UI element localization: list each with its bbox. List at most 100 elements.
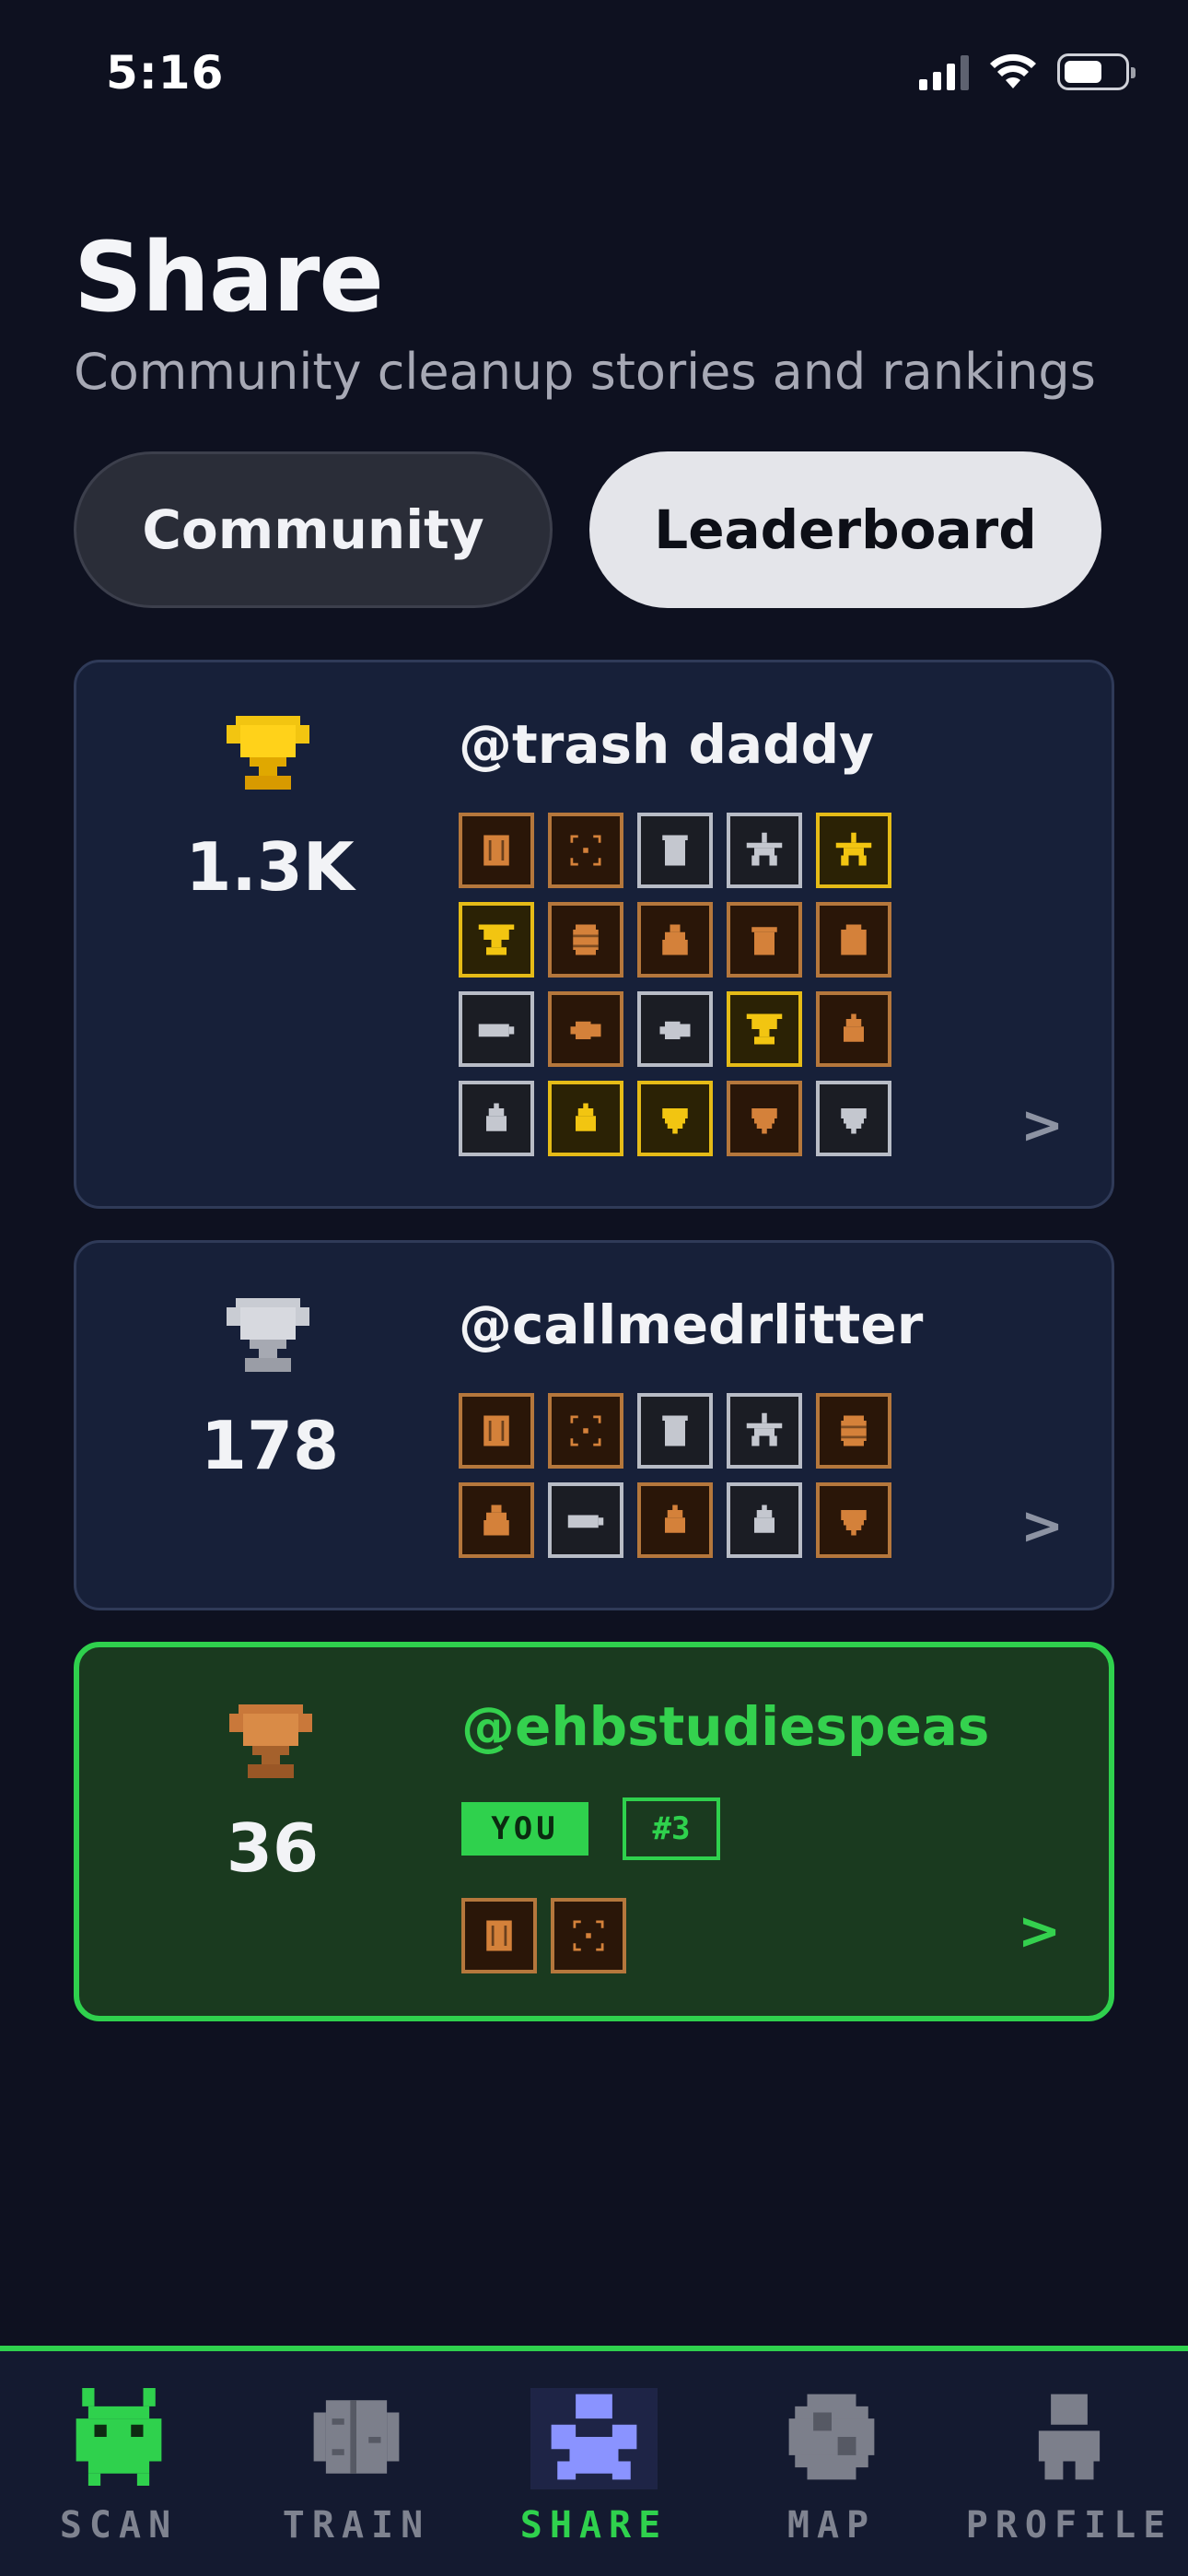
gold-badge bbox=[459, 902, 534, 978]
paw-icon bbox=[551, 2394, 637, 2480]
bottom-nav: SCAN TRAIN SHARE MAP PROFILE bbox=[0, 2346, 1188, 2576]
nav-share[interactable]: SHARE bbox=[475, 2388, 713, 2547]
status-icons bbox=[919, 53, 1136, 90]
you-badge: YOU bbox=[461, 1802, 588, 1856]
barrel-icon bbox=[573, 924, 599, 955]
silver-badge bbox=[459, 1081, 534, 1156]
status-bar: 5:16 bbox=[0, 0, 1188, 147]
silver-badge bbox=[459, 991, 534, 1067]
badge-grid bbox=[461, 1898, 894, 1973]
silver-badge bbox=[727, 1482, 802, 1558]
scan-frame-icon bbox=[570, 835, 601, 866]
nav-label: SHARE bbox=[519, 2504, 669, 2547]
star-icon bbox=[746, 1412, 783, 1446]
leaderboard-row-you[interactable]: 36 @ehbstudiespeas YOU #3 > bbox=[74, 1642, 1114, 2021]
bronze-badge bbox=[551, 1898, 626, 1973]
score-value: 178 bbox=[200, 1407, 340, 1484]
bronze-badge bbox=[637, 902, 713, 978]
bronze-badge bbox=[548, 902, 623, 978]
gold-badge bbox=[727, 991, 802, 1067]
page-title: Share bbox=[74, 221, 384, 334]
tab-community[interactable]: Community bbox=[74, 451, 553, 608]
heart-icon bbox=[662, 1108, 688, 1134]
nav-profile[interactable]: PROFILE bbox=[950, 2388, 1188, 2547]
bronze-badge bbox=[459, 1482, 534, 1558]
status-time: 5:16 bbox=[106, 46, 225, 100]
silver-badge bbox=[727, 813, 802, 888]
gold-trophy-icon bbox=[227, 716, 309, 790]
person-icon bbox=[1038, 2394, 1101, 2480]
cup-icon bbox=[751, 927, 777, 955]
badge-grid bbox=[459, 813, 891, 1156]
bin-icon bbox=[486, 1920, 512, 1951]
battery-icon bbox=[478, 1024, 515, 1037]
silver-badge bbox=[637, 1393, 713, 1469]
heart-icon bbox=[751, 1108, 777, 1134]
flame-icon bbox=[576, 1103, 596, 1131]
score-value: 36 bbox=[226, 1809, 320, 1887]
silver-badge bbox=[637, 813, 713, 888]
username: @ehbstudiespeas bbox=[461, 1695, 990, 1758]
bronze-trophy-icon bbox=[229, 1704, 312, 1778]
trash-can-icon bbox=[662, 1415, 688, 1446]
silver-badge bbox=[548, 1482, 623, 1558]
scan-frame-icon bbox=[573, 1920, 604, 1951]
bottle-icon bbox=[570, 1021, 601, 1039]
barrel-icon bbox=[841, 1415, 867, 1446]
star-icon bbox=[835, 832, 872, 866]
wifi-icon bbox=[990, 53, 1036, 88]
globe-icon bbox=[788, 2394, 875, 2480]
bronze-badge bbox=[816, 1393, 891, 1469]
bronze-badge bbox=[727, 902, 802, 978]
chevron-right-icon: > bbox=[1020, 1095, 1064, 1155]
username: @trash daddy bbox=[459, 713, 874, 776]
nav-label: PROFILE bbox=[965, 2504, 1173, 2547]
bag-icon bbox=[662, 924, 688, 955]
rank-badge: #3 bbox=[623, 1797, 720, 1860]
heart-icon bbox=[841, 1510, 867, 1536]
bronze-badge bbox=[816, 902, 891, 978]
silver-badge bbox=[727, 1393, 802, 1469]
bronze-badge bbox=[727, 1081, 802, 1156]
alien-icon bbox=[76, 2388, 162, 2486]
leaderboard-row-1[interactable]: 1.3K @trash daddy > bbox=[74, 660, 1114, 1209]
bronze-badge bbox=[548, 813, 623, 888]
nav-label: SCAN bbox=[59, 2504, 179, 2547]
chevron-right-icon: > bbox=[1020, 1496, 1064, 1556]
battery-icon bbox=[567, 1515, 604, 1528]
gold-badge bbox=[816, 813, 891, 888]
bag-icon bbox=[483, 1505, 509, 1536]
gold-badge bbox=[637, 1081, 713, 1156]
trash-can-icon bbox=[662, 835, 688, 866]
bronze-badge bbox=[548, 1393, 623, 1469]
leaderboard-row-2[interactable]: 178 @callmedrlitter > bbox=[74, 1240, 1114, 1610]
scan-frame-icon bbox=[570, 1415, 601, 1446]
battery-icon bbox=[1057, 53, 1136, 90]
nav-label: MAP bbox=[786, 2504, 877, 2547]
bin-icon bbox=[483, 835, 509, 866]
bronze-badge bbox=[548, 991, 623, 1067]
bronze-badge bbox=[459, 1393, 534, 1469]
nav-train[interactable]: TRAIN bbox=[238, 2388, 475, 2547]
bronze-badge bbox=[459, 813, 534, 888]
nav-map[interactable]: MAP bbox=[713, 2388, 950, 2547]
score-value: 1.3K bbox=[185, 828, 355, 906]
nav-scan[interactable]: SCAN bbox=[0, 2388, 238, 2547]
chevron-right-icon: > bbox=[1018, 1902, 1061, 1961]
star-icon bbox=[746, 832, 783, 866]
bin-icon bbox=[483, 1415, 509, 1446]
flame-icon bbox=[486, 1103, 507, 1131]
page-subtitle: Community cleanup stories and rankings bbox=[74, 343, 1096, 401]
cellular-signal-icon bbox=[919, 53, 969, 90]
gold-badge bbox=[548, 1081, 623, 1156]
tab-leaderboard[interactable]: Leaderboard bbox=[589, 451, 1101, 608]
flame-icon bbox=[665, 1505, 685, 1533]
trophy-icon bbox=[746, 1013, 783, 1045]
bronze-badge bbox=[816, 991, 891, 1067]
jar-icon bbox=[841, 924, 867, 955]
silver-badge bbox=[637, 991, 713, 1067]
badge-grid bbox=[459, 1393, 891, 1558]
username: @callmedrlitter bbox=[459, 1294, 924, 1356]
silver-trophy-icon bbox=[227, 1298, 309, 1372]
silver-badge bbox=[816, 1081, 891, 1156]
